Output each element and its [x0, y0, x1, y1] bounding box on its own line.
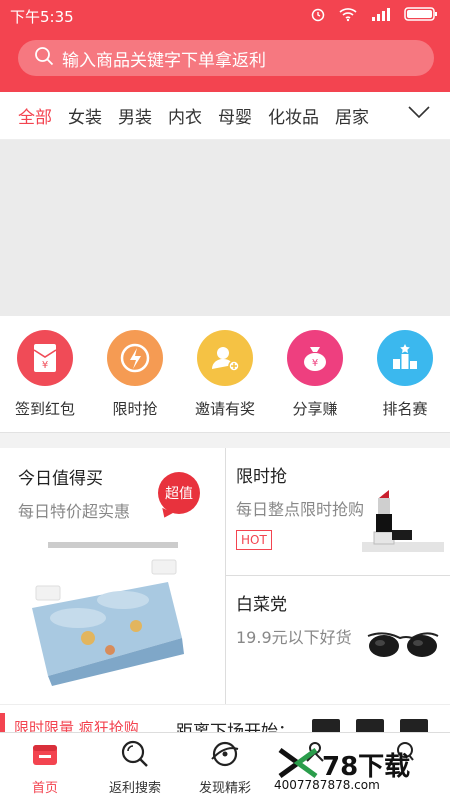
bedding-product-image — [18, 538, 190, 688]
category-tab-women[interactable]: 女装 — [68, 103, 102, 128]
quick-action-label: 签到红包 — [14, 400, 75, 418]
search-icon — [120, 739, 150, 773]
accent-bar — [0, 713, 5, 732]
app-header: 下午5:35 输入商品关键字下单拿返利 — [0, 0, 450, 92]
lightning-icon — [107, 330, 163, 386]
promo-flash-sale[interactable]: 限时抢 每日整点限时抢购 HOT — [226, 448, 450, 576]
countdown-minutes — [356, 719, 384, 732]
signal-icon — [370, 6, 392, 26]
flash-sale-label: 限时限量 疯狂抢购 — [14, 719, 139, 732]
promo-grid: 今日值得买 每日特价超实惠 超值 限时抢 每日整点限时抢购 HOT 白菜党 19… — [0, 448, 450, 704]
value-badge: 超值 — [158, 472, 200, 514]
section-divider — [0, 432, 450, 448]
countdown-hours — [312, 719, 340, 732]
home-icon — [30, 739, 60, 773]
category-tabs: 全部 女装 男装 内衣 母婴 化妆品 居家 — [0, 92, 450, 140]
tab-label: 发现精彩 — [198, 781, 251, 796]
quick-action-invite[interactable]: 邀请有奖 — [183, 330, 267, 432]
hot-tag: HOT — [236, 530, 272, 550]
promo-subtitle: 每日特价超实惠 — [18, 502, 131, 521]
promo-title: 限时抢 — [236, 467, 287, 487]
category-tab-all[interactable]: 全部 — [18, 103, 52, 128]
countdown-timer — [312, 719, 428, 732]
status-bar: 下午5:35 — [0, 0, 450, 32]
svg-text:¥: ¥ — [42, 360, 48, 371]
tab-rebate-search[interactable]: 返利搜索 — [90, 733, 180, 800]
quick-action-label: 邀请有奖 — [194, 400, 255, 418]
svg-text:¥: ¥ — [312, 358, 318, 369]
promo-title: 今日值得买 — [18, 469, 103, 489]
category-tab-cosmetics[interactable]: 化妆品 — [268, 103, 319, 128]
site-watermark: 78下载 4007787878.com — [274, 746, 444, 794]
quick-action-label: 限时抢 — [112, 400, 158, 418]
sunglasses-product-image — [366, 626, 440, 670]
quick-action-label: 排名赛 — [382, 400, 428, 418]
watermark-logo-icon — [278, 747, 318, 782]
promo-subtitle: 每日整点限时抢购 — [236, 500, 365, 519]
quick-action-share[interactable]: ¥ 分享赚 — [273, 330, 357, 432]
status-icons — [310, 6, 438, 26]
battery-icon — [404, 6, 438, 26]
quick-action-flash[interactable]: 限时抢 — [93, 330, 177, 432]
banner[interactable] — [0, 140, 450, 316]
red-envelope-icon: ¥ — [17, 330, 73, 386]
countdown-seconds — [400, 719, 428, 732]
search-bar[interactable]: 输入商品关键字下单拿返利 — [18, 40, 434, 76]
search-placeholder: 输入商品关键字下单拿返利 — [62, 50, 266, 71]
discover-icon — [210, 739, 240, 773]
category-tab-men[interactable]: 男装 — [118, 103, 152, 128]
category-tab-baby[interactable]: 母婴 — [218, 103, 252, 128]
tab-discover[interactable]: 发现精彩 — [180, 733, 270, 800]
wifi-icon — [338, 6, 358, 26]
tab-label: 首页 — [31, 781, 58, 796]
ranking-icon — [377, 330, 433, 386]
search-icon — [34, 46, 54, 70]
flash-sale-strip[interactable]: 限时限量 疯狂抢购 距离下场开始： — [0, 704, 450, 732]
promo-title: 白菜党 — [236, 595, 287, 615]
promo-bargain[interactable]: 白菜党 19.9元以下好货 — [226, 576, 450, 704]
promo-subtitle: 19.9元以下好货 — [236, 628, 352, 647]
watermark-url: 4007787878.com — [274, 778, 380, 792]
tab-home[interactable]: 首页 — [0, 733, 90, 800]
category-tab-underwear[interactable]: 内衣 — [168, 103, 202, 128]
quick-action-ranking[interactable]: 排名赛 — [363, 330, 447, 432]
category-tab-home[interactable]: 居家 — [335, 103, 369, 128]
lipstick-product-image — [362, 486, 444, 558]
money-bag-icon: ¥ — [287, 330, 343, 386]
quick-actions: ¥ 签到红包 限时抢 邀请有奖 ¥ 分享赚 排名赛 — [0, 316, 450, 432]
tab-label: 返利搜索 — [108, 781, 161, 796]
chevron-down-icon[interactable] — [408, 104, 430, 123]
invite-user-icon — [197, 330, 253, 386]
quick-action-label: 分享赚 — [292, 400, 338, 418]
status-time: 下午5:35 — [10, 8, 74, 26]
alarm-icon — [310, 6, 326, 26]
countdown-label: 距离下场开始： — [176, 722, 295, 732]
quick-action-sign-in[interactable]: ¥ 签到红包 — [3, 330, 87, 432]
promo-daily-deals[interactable]: 今日值得买 每日特价超实惠 超值 — [0, 448, 226, 704]
